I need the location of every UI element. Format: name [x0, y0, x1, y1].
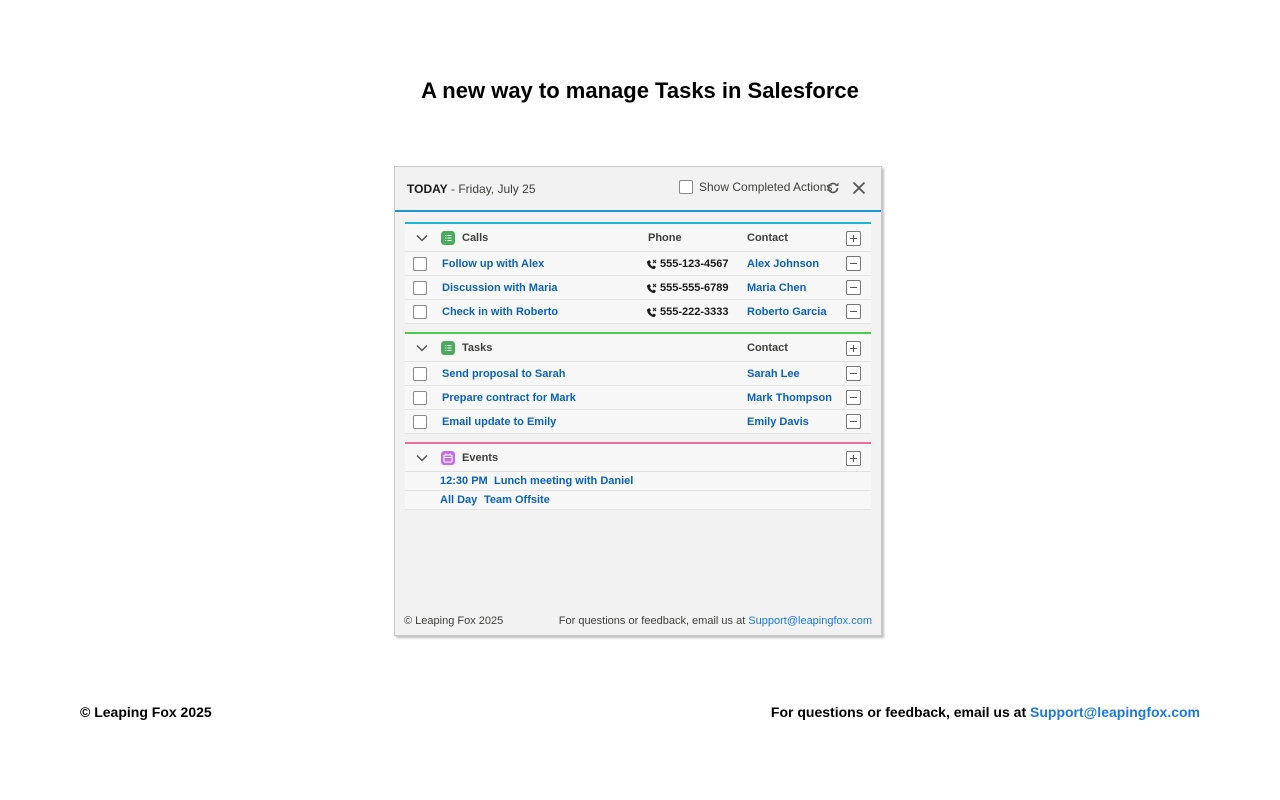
- row-checkbox[interactable]: [413, 391, 427, 405]
- row-checkbox[interactable]: [413, 281, 427, 295]
- phone-icon: [647, 307, 657, 317]
- contact-link[interactable]: Sarah Lee: [747, 368, 800, 380]
- add-event-button[interactable]: [846, 451, 861, 466]
- remove-row-button[interactable]: [846, 280, 861, 295]
- phone-icon: [647, 259, 657, 269]
- events-section-header: Events: [405, 444, 871, 472]
- row-checkbox[interactable]: [413, 257, 427, 271]
- task-title-link[interactable]: Email update to Emily: [442, 416, 556, 428]
- calendar-icon: [441, 451, 455, 465]
- close-icon[interactable]: [849, 178, 869, 198]
- chevron-down-icon[interactable]: [415, 341, 429, 355]
- tasks-section-header: Tasks Contact: [405, 334, 871, 362]
- show-completed-label: Show Completed Actions: [699, 180, 833, 194]
- task-title-link[interactable]: Send proposal to Sarah: [442, 368, 565, 380]
- remove-row-button[interactable]: [846, 304, 861, 319]
- event-title-link[interactable]: Lunch meeting with Daniel: [494, 475, 633, 487]
- add-call-button[interactable]: [846, 231, 861, 246]
- events-section: Events 12:30 PM Lunch meeting with Danie…: [405, 442, 871, 510]
- phone-column-header: Phone: [648, 232, 682, 244]
- panel-feedback: For questions or feedback, email us at S…: [559, 615, 872, 627]
- calls-section: Calls Phone Contact Follow up with Alex …: [405, 222, 871, 324]
- row-checkbox[interactable]: [413, 415, 427, 429]
- events-section-label: Events: [462, 452, 499, 464]
- call-title-link[interactable]: Follow up with Alex: [442, 258, 544, 270]
- panel-support-email-link[interactable]: Support@leapingfox.com: [748, 615, 872, 627]
- remove-row-button[interactable]: [846, 256, 861, 271]
- task-title-link[interactable]: Prepare contract for Mark: [442, 392, 576, 404]
- call-title-link[interactable]: Check in with Roberto: [442, 306, 558, 318]
- panel-feedback-text: For questions or feedback, email us at: [558, 615, 749, 627]
- chevron-down-icon[interactable]: [415, 231, 429, 245]
- show-completed-toggle[interactable]: Show Completed Actions: [679, 180, 832, 194]
- contact-column-header: Contact: [747, 342, 788, 354]
- call-row: Check in with Roberto 555-222-3333 Rober…: [405, 300, 871, 324]
- panel-body: Calls Phone Contact Follow up with Alex …: [405, 222, 871, 510]
- show-completed-checkbox[interactable]: [679, 180, 693, 194]
- call-phone[interactable]: 555-222-3333: [646, 306, 729, 318]
- contact-link[interactable]: Mark Thompson: [747, 392, 832, 404]
- row-checkbox[interactable]: [413, 305, 427, 319]
- task-row: Prepare contract for Mark Mark Thompson: [405, 386, 871, 410]
- contact-link[interactable]: Roberto Garcia: [747, 306, 826, 318]
- page-feedback: For questions or feedback, email us at S…: [771, 704, 1200, 720]
- task-row: Send proposal to Sarah Sarah Lee: [405, 362, 871, 386]
- call-row: Follow up with Alex 555-123-4567 Alex Jo…: [405, 252, 871, 276]
- contact-link[interactable]: Emily Davis: [747, 416, 809, 428]
- refresh-icon[interactable]: [823, 178, 843, 198]
- phone-number: 555-222-3333: [660, 306, 729, 318]
- contact-link[interactable]: Maria Chen: [747, 282, 806, 294]
- event-row: All Day Team Offsite: [405, 491, 871, 510]
- remove-row-button[interactable]: [846, 414, 861, 429]
- calls-icon: [441, 231, 455, 245]
- calls-section-header: Calls Phone Contact: [405, 224, 871, 252]
- page-feedback-text: For questions or feedback, email us at: [770, 704, 1030, 720]
- remove-row-button[interactable]: [846, 366, 861, 381]
- page-copyright: © Leaping Fox 2025: [80, 704, 212, 720]
- task-row: Email update to Emily Emily Davis: [405, 410, 871, 434]
- panel-header: TODAY - Friday, July 25 Show Completed A…: [395, 167, 881, 212]
- today-label: TODAY: [407, 182, 448, 196]
- row-checkbox[interactable]: [413, 367, 427, 381]
- actions-panel: TODAY - Friday, July 25 Show Completed A…: [394, 166, 882, 636]
- date-heading: TODAY - Friday, July 25: [407, 182, 536, 196]
- date-text: - Friday, July 25: [447, 182, 536, 196]
- contact-column-header: Contact: [747, 232, 788, 244]
- tasks-icon: [441, 341, 455, 355]
- add-task-button[interactable]: [846, 341, 861, 356]
- page-title: A new way to manage Tasks in Salesforce: [421, 78, 859, 103]
- tasks-section: Tasks Contact Send proposal to Sarah Sar…: [405, 332, 871, 434]
- call-phone[interactable]: 555-123-4567: [646, 258, 729, 270]
- call-phone[interactable]: 555-555-6789: [646, 282, 729, 294]
- contact-link[interactable]: Alex Johnson: [747, 258, 819, 270]
- phone-number: 555-123-4567: [660, 258, 729, 270]
- remove-row-button[interactable]: [846, 390, 861, 405]
- calls-section-label: Calls: [462, 232, 489, 244]
- call-row: Discussion with Maria 555-555-6789 Maria…: [405, 276, 871, 300]
- panel-copyright: © Leaping Fox 2025: [404, 615, 504, 627]
- tasks-section-label: Tasks: [462, 342, 493, 354]
- event-time[interactable]: 12:30 PM: [440, 475, 488, 487]
- event-title-link[interactable]: Team Offsite: [484, 494, 550, 506]
- event-row: 12:30 PM Lunch meeting with Daniel: [405, 472, 871, 491]
- call-title-link[interactable]: Discussion with Maria: [442, 282, 558, 294]
- phone-number: 555-555-6789: [660, 282, 729, 294]
- support-email-link[interactable]: Support@leapingfox.com: [1030, 704, 1200, 720]
- phone-icon: [647, 283, 657, 293]
- chevron-down-icon[interactable]: [415, 451, 429, 465]
- event-time[interactable]: All Day: [440, 494, 477, 506]
